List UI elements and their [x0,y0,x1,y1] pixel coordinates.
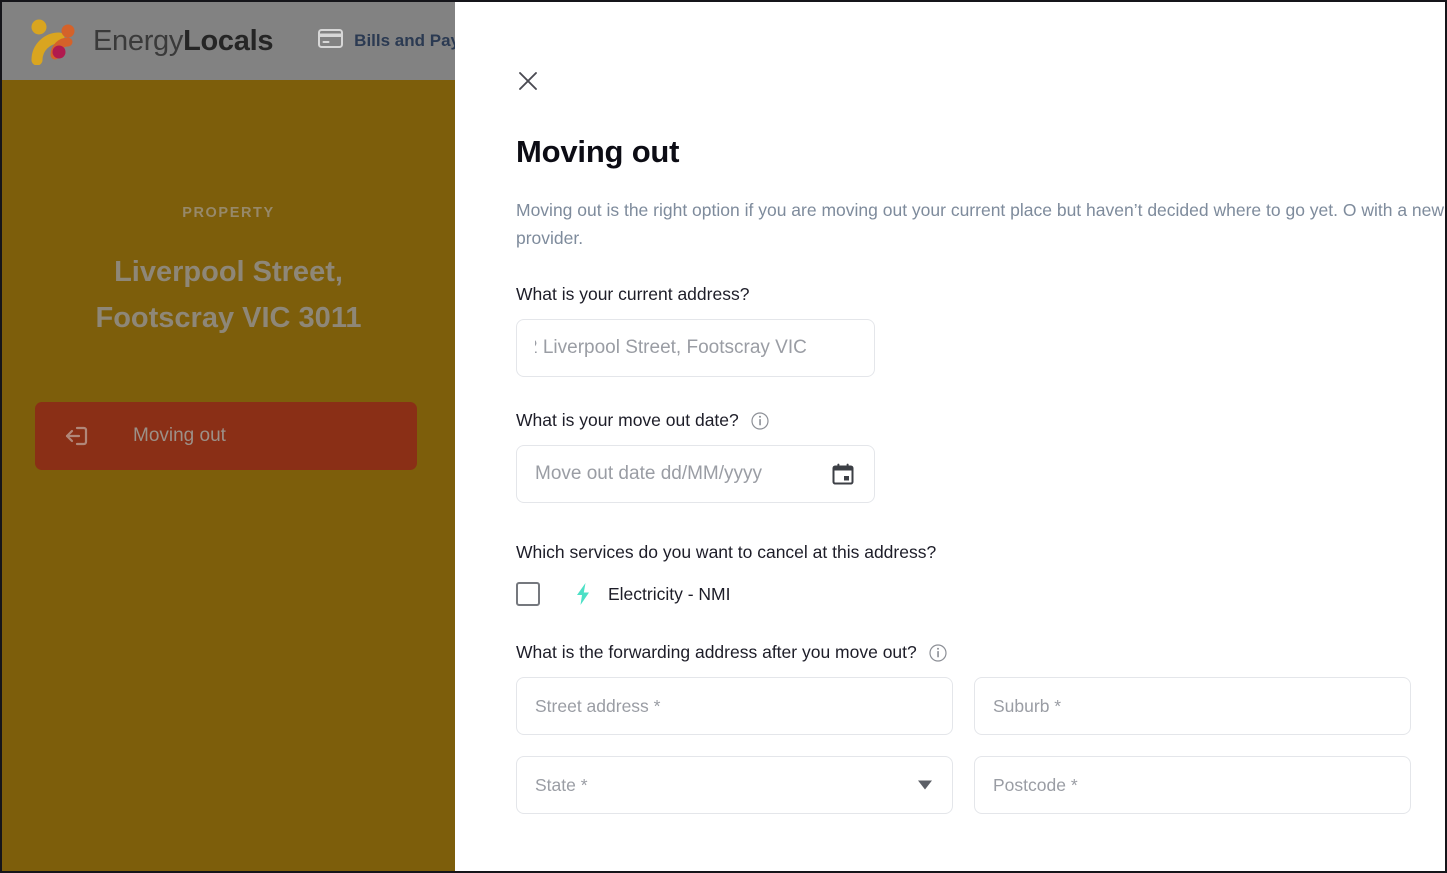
electricity-checkbox[interactable] [516,582,540,606]
current-address-value: 2 Liverpool Street, Footscray VIC [535,337,807,358]
service-item-electricity: Electricity - NMI [516,582,1445,606]
suburb-input[interactable]: Suburb * [974,677,1411,735]
forwarding-address-fields: Street address * Suburb * State * Postco… [516,677,1411,814]
property-address-line-1: Liverpool Street, [114,256,343,288]
forwarding-address-label-text: What is the forwarding address after you… [516,642,917,662]
state-select[interactable]: State * [516,756,953,814]
service-name-label: Electricity - NMI [608,583,731,604]
question-forwarding-address: What is the forwarding address after you… [516,642,1445,814]
postcode-placeholder: Postcode * [993,774,1078,795]
sidebar-section-label: PROPERTY [182,205,275,221]
moving-out-button-label: Moving out [133,425,226,446]
current-address-input[interactable]: 2 Liverpool Street, Footscray VIC [516,319,875,377]
move-out-date-label: What is your move out date? [516,410,1445,431]
info-icon[interactable] [929,643,947,662]
services-label: Which services do you want to cancel at … [516,542,1445,563]
current-address-label-text: What is your current address? [516,284,750,304]
street-address-input[interactable]: Street address * [516,677,953,735]
nav-item-bills-and-pay[interactable]: Bills and Pay [318,29,455,53]
question-services: Which services do you want to cancel at … [516,542,1445,606]
background-app: EnergyLocals Bills and Pay PROPERTY Live… [2,2,455,871]
modal-title: Moving out [516,134,680,169]
postcode-input[interactable]: Postcode * [974,756,1411,814]
sidebar-property-address: Liverpool Street, Footscray VIC 3011 [2,249,455,341]
street-address-placeholder: Street address * [535,695,661,716]
state-placeholder: State * [535,774,588,795]
brand-name: EnergyLocals [93,25,273,58]
current-address-label: What is your current address? [516,284,1445,305]
close-icon[interactable] [511,64,545,98]
brand-name-bold: Locals [183,24,274,57]
move-out-date-placeholder: Move out date dd/MM/yyyy [535,463,763,484]
logout-arrow-icon [61,421,91,451]
brand-logo[interactable]: EnergyLocals [28,17,273,65]
property-address-line-2: Footscray VIC 3011 [95,302,362,334]
app-screen: EnergyLocals Bills and Pay PROPERTY Live… [0,0,1447,873]
moving-out-modal: Moving out Moving out is the right optio… [455,2,1445,871]
lightning-bolt-icon [576,583,590,605]
calendar-icon[interactable] [832,463,854,485]
nav-item-label: Bills and Pay [354,31,455,50]
modal-description: Moving out is the right option if you ar… [516,200,1445,248]
moving-out-button[interactable]: Moving out [35,402,417,470]
top-navigation-bar: EnergyLocals Bills and Pay [2,2,455,80]
property-sidebar: PROPERTY Liverpool Street, Footscray VIC… [2,80,455,871]
credit-card-icon [318,29,344,53]
question-current-address: What is your current address? 2 Liverpoo… [516,284,1445,377]
info-icon[interactable] [751,411,769,430]
move-out-date-label-text: What is your move out date? [516,410,739,430]
move-out-date-input[interactable]: Move out date dd/MM/yyyy [516,445,875,503]
energy-locals-logo-icon [28,17,84,65]
services-label-text: Which services do you want to cancel at … [516,542,937,562]
brand-name-light: Energy [93,24,184,57]
forwarding-address-label: What is the forwarding address after you… [516,642,1445,663]
question-move-out-date: What is your move out date? Move out dat… [516,410,1445,503]
suburb-placeholder: Suburb * [993,695,1062,716]
chevron-down-icon[interactable] [918,780,932,790]
